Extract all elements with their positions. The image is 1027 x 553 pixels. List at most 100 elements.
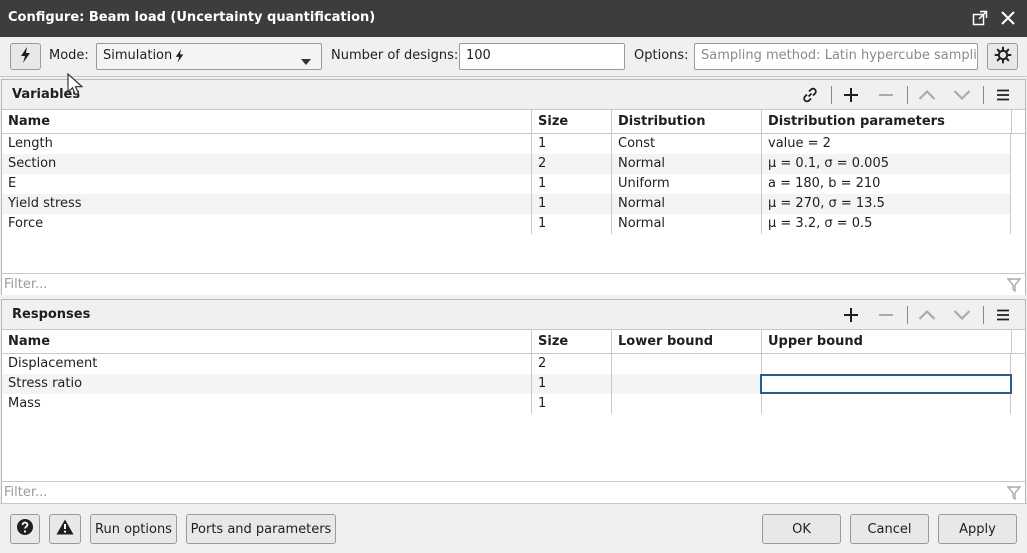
table-row[interactable]: Displacement 2 (2, 354, 1011, 374)
table-row[interactable]: Yield stress 1 Normal μ = 270, σ = 13.5 (2, 194, 1011, 214)
designs-label: Number of designs: (331, 48, 459, 63)
column-header[interactable]: Distribution parameters (762, 110, 1012, 134)
table-cell[interactable]: 2 (532, 154, 612, 174)
table-cell[interactable]: Length (2, 134, 532, 154)
responses-table-header: Name Size Lower bound Upper bound (2, 330, 1025, 354)
table-cell[interactable]: Force (2, 214, 532, 234)
table-cell[interactable]: Uniform (612, 174, 762, 194)
table-cell[interactable] (762, 394, 1011, 414)
designs-input[interactable]: 100 (459, 43, 625, 70)
apply-button[interactable]: Apply (938, 514, 1017, 544)
column-header[interactable]: Upper bound (762, 330, 1012, 354)
undock-icon[interactable] (970, 8, 990, 28)
variables-header: Variables (2, 80, 1025, 110)
remove-icon[interactable] (874, 304, 898, 326)
help-button[interactable] (10, 514, 40, 544)
settings-button[interactable] (987, 43, 1018, 70)
menu-icon[interactable] (991, 304, 1015, 326)
add-icon[interactable] (839, 304, 863, 326)
clear-filter-icon[interactable] (1006, 486, 1022, 504)
column-header[interactable]: Name (2, 330, 532, 354)
table-cell[interactable]: μ = 3.2, σ = 0.5 (762, 214, 1011, 234)
ok-button[interactable]: OK (762, 514, 841, 544)
table-cell[interactable] (612, 354, 762, 374)
move-down-icon[interactable] (950, 304, 974, 326)
table-cell[interactable] (762, 354, 1011, 374)
table-row[interactable]: Stress ratio 1 (2, 374, 1012, 394)
table-cell[interactable]: Displacement (2, 354, 532, 374)
table-cell[interactable]: μ = 0.1, σ = 0.005 (762, 154, 1011, 174)
responses-filter-input[interactable]: Filter... (2, 481, 1025, 503)
mode-value: Simulation (103, 48, 173, 63)
move-up-icon[interactable] (915, 304, 939, 326)
responses-panel: Responses Name Size Lower bound Upper bo… (1, 299, 1026, 503)
options-input[interactable]: Sampling method: Latin hypercube samplin… (694, 43, 978, 70)
table-cell[interactable]: E (2, 174, 532, 194)
cancel-button[interactable]: Cancel (850, 514, 929, 544)
table-row[interactable]: Force 1 Normal μ = 3.2, σ = 0.5 (2, 214, 1011, 234)
table-cell[interactable]: Stress ratio (2, 374, 532, 394)
toolbar: Mode: Simulation Number of designs: 100 … (0, 37, 1027, 77)
options-label: Options: (634, 48, 689, 63)
table-cell[interactable]: Yield stress (2, 194, 532, 214)
add-icon[interactable] (839, 84, 863, 106)
table-cell[interactable]: 1 (532, 214, 612, 234)
move-up-icon[interactable] (915, 84, 939, 106)
table-cell[interactable]: Mass (2, 394, 532, 414)
variables-filter-input[interactable]: Filter... (2, 273, 1025, 295)
table-cell[interactable]: 1 (532, 194, 612, 214)
column-header[interactable]: Lower bound (612, 330, 762, 354)
table-cell[interactable]: a = 180, b = 210 (762, 174, 1011, 194)
table-cell[interactable]: 1 (532, 134, 612, 154)
column-header[interactable]: Distribution (612, 110, 762, 134)
mode-select[interactable]: Simulation (96, 43, 322, 70)
menu-icon[interactable] (991, 84, 1015, 106)
table-cell[interactable]: 2 (532, 354, 612, 374)
title-bar: Configure: Beam load (Uncertainty quanti… (0, 0, 1027, 37)
filter-placeholder: Filter... (4, 485, 48, 500)
warning-icon (56, 519, 74, 539)
move-down-icon[interactable] (950, 84, 974, 106)
dialog-footer: Run options Ports and parameters OK Canc… (0, 503, 1027, 553)
column-header[interactable]: Size (532, 110, 612, 134)
table-cell[interactable]: value = 2 (762, 134, 1011, 154)
separator (907, 86, 908, 104)
table-row[interactable]: E 1 Uniform a = 180, b = 210 (2, 174, 1011, 194)
ports-and-parameters-button[interactable]: Ports and parameters (186, 514, 336, 544)
close-icon[interactable] (998, 8, 1018, 28)
filter-placeholder: Filter... (4, 277, 48, 292)
warning-button[interactable] (49, 514, 81, 544)
selected-cell[interactable] (760, 374, 1012, 394)
column-header[interactable]: Name (2, 110, 532, 134)
table-cell[interactable]: Normal (612, 194, 762, 214)
table-cell[interactable]: 1 (532, 174, 612, 194)
lightning-icon (175, 49, 185, 67)
table-cell[interactable]: Section (2, 154, 532, 174)
run-options-button[interactable]: Run options (90, 514, 177, 544)
link-icon[interactable] (798, 84, 822, 106)
table-cell[interactable]: 1 (532, 374, 612, 394)
separator (983, 86, 984, 104)
table-row[interactable]: Length 1 Const value = 2 (2, 134, 1011, 154)
gear-icon (994, 46, 1012, 68)
table-cell[interactable]: Normal (612, 214, 762, 234)
variables-panel: Variables Name Size Distribution Distrib… (1, 79, 1026, 295)
window-title: Configure: Beam load (Uncertainty quanti… (8, 10, 376, 25)
table-row[interactable]: Section 2 Normal μ = 0.1, σ = 0.005 (2, 154, 1011, 174)
table-cell[interactable]: Const (612, 134, 762, 154)
run-button[interactable] (10, 43, 41, 70)
table-cell[interactable]: Normal (612, 154, 762, 174)
table-cell[interactable] (612, 374, 762, 394)
separator (907, 306, 908, 324)
help-icon (16, 518, 34, 540)
column-header[interactable]: Size (532, 330, 612, 354)
table-cell[interactable]: μ = 270, σ = 13.5 (762, 194, 1011, 214)
table-row[interactable]: Mass 1 (2, 394, 1011, 414)
remove-icon[interactable] (874, 84, 898, 106)
responses-header: Responses (2, 300, 1025, 330)
table-cell[interactable]: 1 (532, 394, 612, 414)
clear-filter-icon[interactable] (1006, 278, 1022, 296)
table-cell[interactable] (612, 394, 762, 414)
separator (983, 306, 984, 324)
mode-label: Mode: (49, 48, 89, 63)
